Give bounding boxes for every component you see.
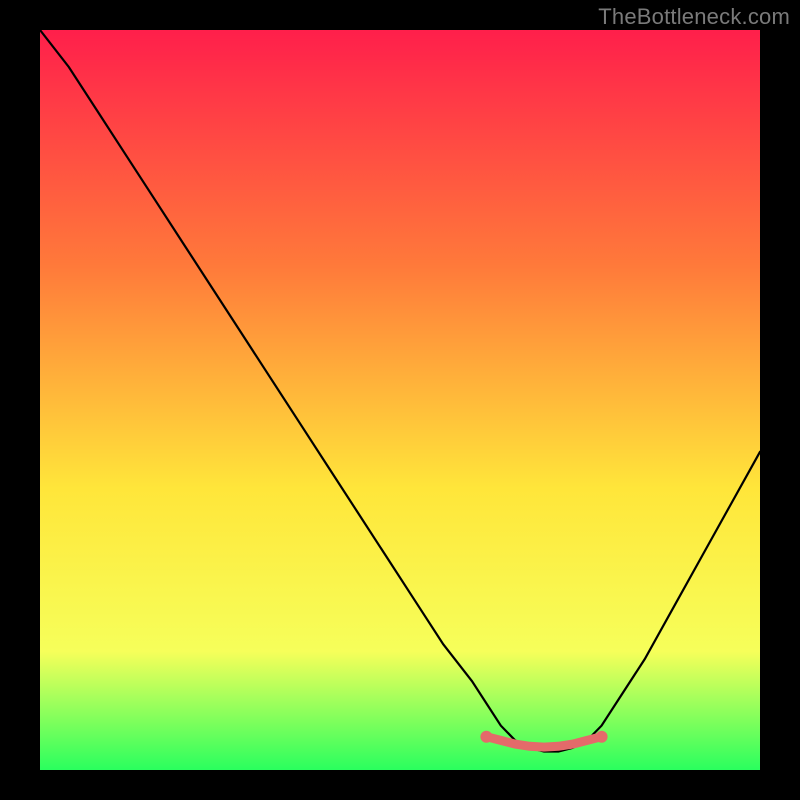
- gradient-backdrop: [40, 30, 760, 770]
- chart-svg: [40, 30, 760, 770]
- watermark-text: TheBottleneck.com: [598, 4, 790, 30]
- chart-frame: [40, 30, 760, 770]
- optimal-end-dot: [596, 731, 608, 743]
- optimal-start-dot: [480, 731, 492, 743]
